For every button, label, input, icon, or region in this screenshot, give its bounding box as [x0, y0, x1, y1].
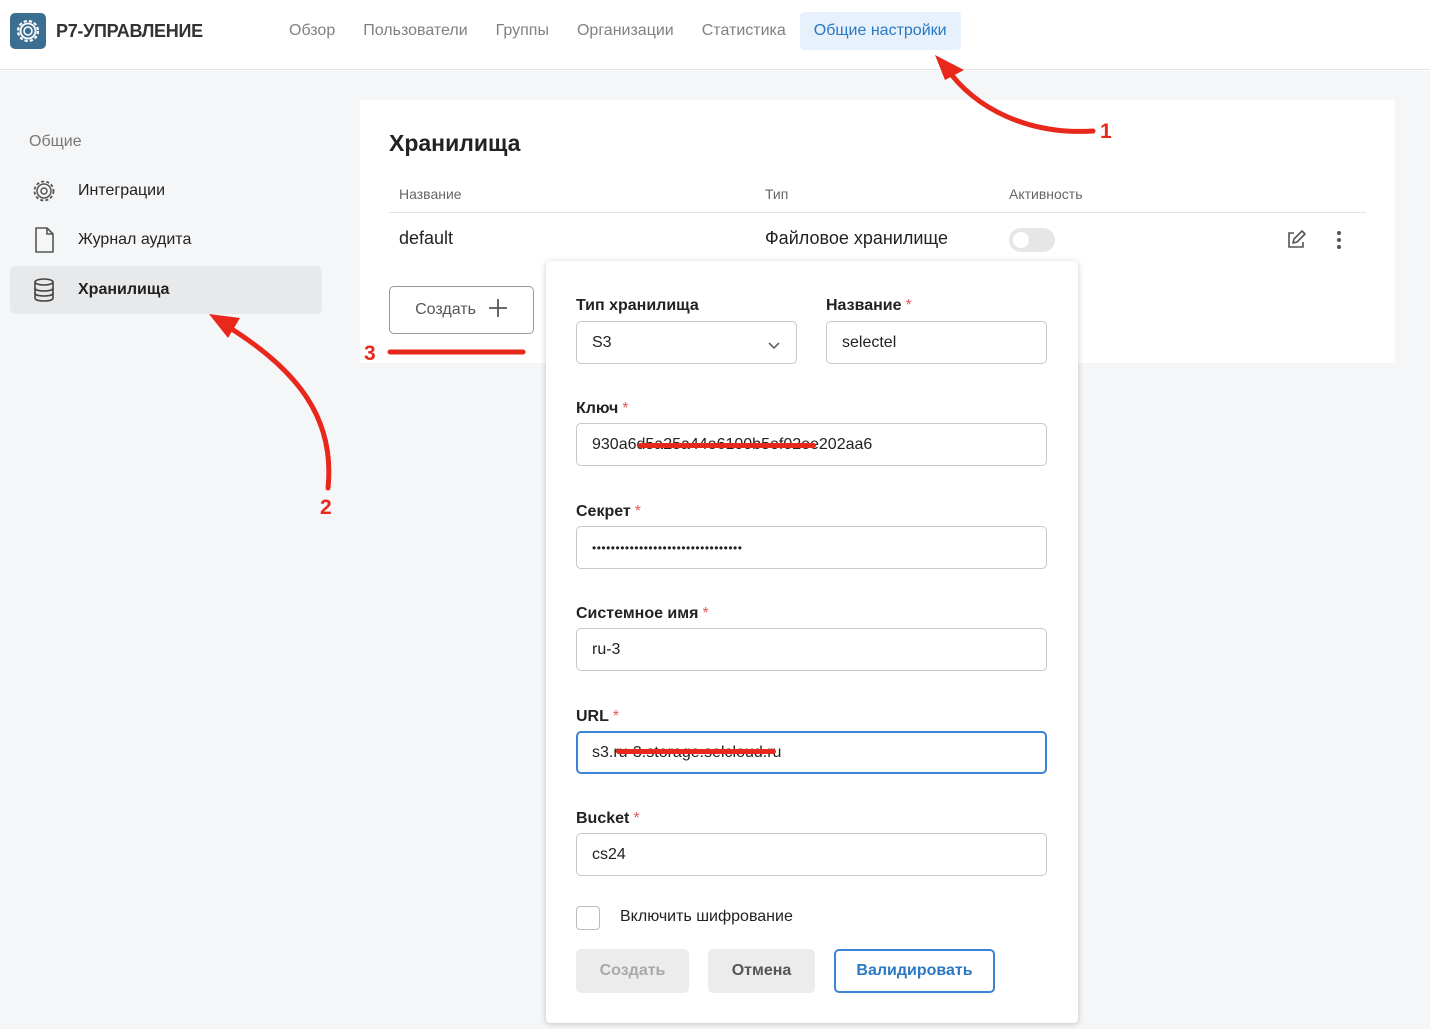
tab-users[interactable]: Пользователи: [349, 12, 481, 50]
bucket-input[interactable]: cs24: [576, 833, 1047, 876]
database-icon: [30, 276, 58, 304]
encryption-label[interactable]: Включить шифрование: [620, 908, 793, 926]
table-cell-type: Файловое хранилище: [765, 228, 949, 248]
storage-type-select[interactable]: S3: [576, 321, 797, 364]
edit-icon[interactable]: [1282, 226, 1310, 254]
gear-icon[interactable]: [10, 13, 46, 49]
name-value: selectel: [842, 333, 897, 351]
main-nav: Обзор Пользователи Группы Организации Ст…: [275, 12, 961, 50]
more-vertical-icon[interactable]: [1325, 226, 1353, 254]
name-label: Название *: [826, 297, 912, 314]
toggle-knob: [1013, 232, 1029, 248]
secret-input[interactable]: ••••••••••••••••••••••••••••••••: [576, 526, 1047, 569]
system-name-input[interactable]: ru-3: [576, 628, 1047, 671]
document-icon: [30, 226, 58, 254]
column-header-name: Название: [399, 186, 462, 202]
create-storage-dialog: Тип хранилища S3 Название * selectel Ключ…: [546, 261, 1078, 1023]
redaction-mark: [616, 749, 776, 754]
system-name-label: Системное имя *: [576, 605, 709, 622]
tab-statistics[interactable]: Статистика: [688, 12, 800, 50]
annotation-marker-1: 1: [1100, 120, 1112, 143]
tab-overview[interactable]: Обзор: [275, 12, 349, 50]
system-name-value: ru-3: [592, 640, 621, 658]
brand-title: Р7-УПРАВЛЕНИЕ: [56, 21, 203, 41]
bucket-value: cs24: [592, 845, 626, 863]
key-label: Ключ *: [576, 400, 629, 417]
create-button[interactable]: Создать: [576, 949, 689, 993]
chevron-down-icon: [768, 337, 780, 355]
sidebar-item-integrations[interactable]: Интеграции: [10, 167, 322, 215]
redaction-mark: [638, 443, 816, 448]
encryption-checkbox[interactable]: [576, 906, 600, 930]
url-label: URL *: [576, 708, 620, 725]
tab-groups[interactable]: Группы: [482, 12, 563, 50]
active-toggle[interactable]: [1009, 228, 1055, 252]
secret-value: ••••••••••••••••••••••••••••••••: [592, 540, 743, 555]
name-input[interactable]: selectel: [826, 321, 1047, 364]
annotation-marker-3: 3: [364, 342, 376, 365]
page-title: Хранилища: [389, 130, 521, 156]
plus-icon: [488, 298, 508, 323]
bucket-label: Bucket *: [576, 810, 640, 827]
sidebar-section-title: Общие: [29, 133, 82, 150]
annotation-marker-2: 2: [320, 496, 332, 519]
gear-icon: [30, 177, 58, 205]
sidebar-item-label: Журнал аудита: [78, 231, 192, 248]
cancel-button[interactable]: Отмена: [708, 949, 815, 993]
tab-organizations[interactable]: Организации: [563, 12, 688, 50]
sidebar: Общие Интеграции Журнал аудита Хранилища: [0, 71, 340, 1029]
column-header-type: Тип: [765, 186, 789, 202]
column-header-active: Активность: [1009, 186, 1083, 202]
table-divider: [389, 212, 1366, 213]
sidebar-item-audit-log[interactable]: Журнал аудита: [10, 216, 322, 264]
storage-type-value: S3: [592, 333, 612, 351]
table-cell-name: default: [399, 228, 454, 248]
sidebar-item-storages[interactable]: Хранилища: [10, 266, 322, 314]
tab-general-settings[interactable]: Общие настройки: [799, 12, 961, 50]
secret-label: Секрет *: [576, 503, 641, 520]
validate-button[interactable]: Валидировать: [834, 949, 995, 993]
create-storage-button[interactable]: Создать: [389, 286, 534, 334]
storage-type-label: Тип хранилища: [576, 297, 699, 314]
create-button-label: Создать: [415, 301, 476, 318]
top-bar: Р7-УПРАВЛЕНИЕ Обзор Пользователи Группы …: [0, 0, 1430, 70]
sidebar-item-label: Хранилища: [78, 281, 170, 298]
sidebar-item-label: Интеграции: [78, 182, 166, 199]
